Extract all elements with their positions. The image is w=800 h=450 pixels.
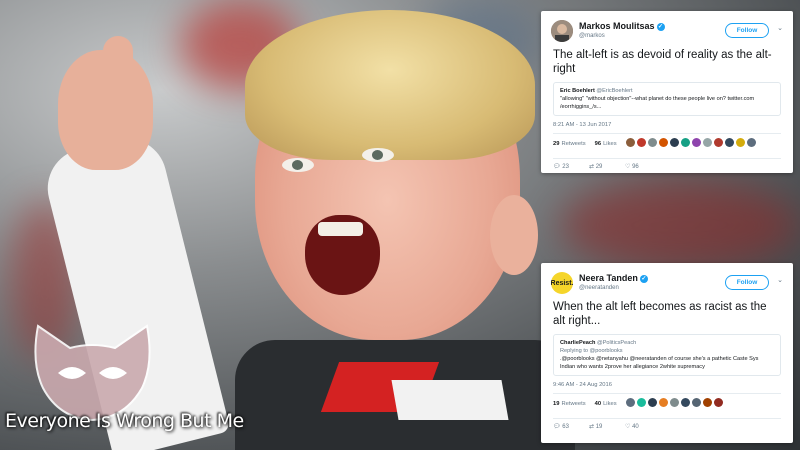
follow-button[interactable]: Follow [725,23,769,38]
liker-avatar[interactable] [636,398,646,407]
tweet-stats: 29 Retweets 96 Likes [541,134,793,153]
tweet-card: Markos Moulitsas ✓ @markos Follow ⌄ The a… [541,11,793,173]
cat-mask-logo [34,324,151,422]
author-name[interactable]: Neera Tanden ✓ [579,273,648,283]
like-count-value: 96 [594,140,602,147]
tweet-text: When the alt left becomes as racist as t… [553,301,767,327]
child-eye-left [282,158,314,172]
liker-avatar[interactable] [713,138,723,147]
reply-count: 23 [562,164,569,170]
author-name[interactable]: Markos Moulitsas ✓ [579,21,665,31]
like-button[interactable]: ♡ 96 [625,163,661,170]
heart-icon: ♡ [625,164,631,170]
child-middle-finger [103,36,133,106]
author-name-text[interactable]: Markos Moulitsas [579,21,655,31]
liker-avatar[interactable] [647,398,657,407]
verified-badge-icon: ✓ [656,22,665,31]
liker-avatar[interactable] [669,138,679,147]
background-blur [560,180,800,270]
retweet-action-count: 29 [595,164,603,170]
reply-button[interactable]: 💬︎ 23 [553,163,589,170]
liker-avatar[interactable] [702,398,712,407]
shirt-white-collar [391,380,509,420]
author-handle[interactable]: @neeratanden [579,285,619,291]
heart-icon: ♡ [625,424,631,430]
follow-button[interactable]: Follow [725,275,769,290]
quoted-tweet[interactable]: Eric Boehlert @EricBoehlert "allowing" "… [553,82,781,116]
retweet-count-label: Retweets [561,400,586,407]
liker-avatar[interactable] [625,398,635,407]
reply-button[interactable]: 💬︎ 63 [553,423,589,430]
liker-avatar[interactable] [636,138,646,147]
reply-count: 63 [562,424,569,430]
author-avatar[interactable] [551,20,573,42]
tweet-header: Markos Moulitsas ✓ @markos Follow ⌄ [541,11,793,45]
like-count[interactable]: 96 Likes [595,141,617,147]
like-count-label: Likes [603,140,617,147]
tweet-card: Resist. Neera Tanden ✓ @neeratanden Follo… [541,263,793,443]
liker-avatar[interactable] [658,398,668,407]
author-name-text[interactable]: Neera Tanden [579,273,638,283]
chevron-down-icon[interactable]: ⌄ [777,24,783,32]
tweet-text: The alt-left is as devoid of reality as … [553,49,772,75]
like-action-count: 96 [632,164,639,170]
quoted-reply-to: Replying to @poorblooks [560,348,623,354]
tweet-timestamp[interactable]: 9:46 AM - 24 Aug 2016 [541,382,793,388]
like-count-label: Likes [603,400,617,407]
child-ear [490,195,538,275]
retweet-count[interactable]: 29 Retweets [553,141,586,147]
liker-avatar[interactable] [691,138,701,147]
retweet-action-count: 19 [595,424,603,430]
child-hair [245,10,535,160]
tweet-actions: 💬︎ 63 ⇄ 19 ♡ 40 [541,419,793,434]
like-action-count: 40 [632,424,639,430]
like-button[interactable]: ♡ 40 [625,423,661,430]
tweet-stats: 19 Retweets 40 Likes [541,394,793,413]
liker-avatar[interactable] [669,398,679,407]
quoted-text: "allowing" "without objection"--what pla… [560,96,755,110]
like-count[interactable]: 40 Likes [595,401,617,407]
liker-avatar[interactable] [647,138,657,147]
liker-avatar[interactable] [680,398,690,407]
retweet-count-label: Retweets [561,140,586,147]
retweet-button[interactable]: ⇄ 19 [589,423,625,430]
tweet-timestamp[interactable]: 8:21 AM - 13 Jun 2017 [541,122,793,128]
retweet-count-value: 29 [553,140,560,147]
reply-icon: 💬︎ [553,424,561,430]
child-eye-right [362,148,394,162]
reply-icon: 💬︎ [553,164,561,170]
liker-avatar[interactable] [658,138,668,147]
author-avatar[interactable]: Resist. [551,272,573,294]
verified-badge-icon: ✓ [639,274,648,283]
retweet-count[interactable]: 19 Retweets [553,401,586,407]
retweet-icon: ⇄ [589,424,595,430]
quoted-author: Eric Boehlert [560,88,595,94]
retweet-icon: ⇄ [589,164,595,170]
like-count-value: 40 [594,400,602,407]
quoted-handle: @EricBoehlert [596,88,633,94]
quoted-author: CharliePeach [560,340,596,346]
liker-avatar[interactable] [625,138,635,147]
liker-avatar[interactable] [724,138,734,147]
liker-avatar[interactable] [691,398,701,407]
liker-avatar[interactable] [702,138,712,147]
quoted-text: .@poorblooks @netanyahu @neeratanden of … [560,356,759,370]
child-teeth [318,222,363,236]
tweet-header: Resist. Neera Tanden ✓ @neeratanden Follo… [541,263,793,297]
liker-avatar[interactable] [746,138,756,147]
author-handle[interactable]: @markos [579,33,605,39]
liker-avatar[interactable] [680,138,690,147]
chevron-down-icon[interactable]: ⌄ [777,276,783,284]
retweet-button[interactable]: ⇄ 29 [589,163,625,170]
watermark-text: Everyone Is Wrong But Me [5,410,244,432]
tweet-actions: 💬︎ 23 ⇄ 29 ♡ 96 [541,159,793,174]
liker-avatar[interactable] [735,138,745,147]
quoted-handle: @PoliticsPeach [597,340,637,346]
retweet-count-value: 19 [553,400,560,407]
liker-avatar[interactable] [713,398,723,407]
quoted-tweet[interactable]: CharliePeach @PoliticsPeach Replying to … [553,334,781,376]
liker-avatars [625,398,725,409]
liker-avatars [625,138,758,149]
